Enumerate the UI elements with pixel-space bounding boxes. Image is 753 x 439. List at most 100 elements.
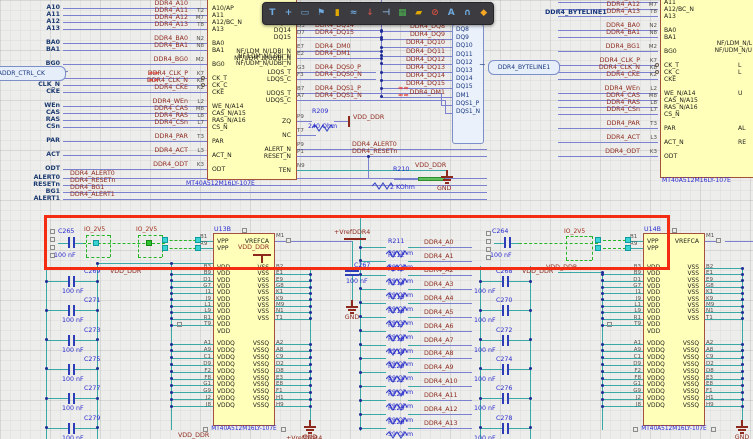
wire[interactable] (445, 113, 452, 114)
wire[interactable] (408, 386, 420, 387)
C274-symbol[interactable] (507, 364, 509, 375)
net-label[interactable]: DDR4_A10 (424, 378, 472, 385)
wire[interactable] (46, 340, 68, 341)
wire[interactable] (360, 414, 386, 415)
net-wire[interactable] (295, 156, 487, 157)
R214-ref[interactable]: R214 (388, 280, 416, 287)
net-label[interactable]: DDR4_ALERT1 (70, 191, 140, 198)
wire[interactable] (360, 317, 386, 318)
net-label[interactable]: DDR4_DQ12 (383, 56, 445, 63)
C271-symbol[interactable] (68, 305, 70, 316)
wire[interactable] (509, 398, 530, 399)
port-BA1[interactable]: BA1 (2, 46, 60, 53)
cap-rail[interactable] (530, 266, 531, 439)
wire[interactable] (394, 179, 418, 180)
C276-ref[interactable]: C276 (496, 385, 524, 392)
wire[interactable] (509, 340, 530, 341)
R224-ref[interactable]: R224 (388, 391, 416, 398)
C271-ref[interactable]: C271 (84, 297, 112, 304)
wire[interactable] (480, 369, 502, 370)
wire[interactable] (408, 275, 420, 276)
wire[interactable] (46, 281, 68, 282)
wire[interactable] (360, 275, 386, 276)
C277-ref[interactable]: C277 (84, 385, 112, 392)
highlight-icon[interactable]: ◆ (477, 6, 491, 22)
harness-wire[interactable] (381, 97, 452, 98)
net-wire[interactable] (420, 400, 472, 401)
net-label[interactable]: DDR4_DQS0_N (315, 71, 385, 78)
wire[interactable] (509, 281, 530, 282)
wire[interactable] (360, 400, 386, 401)
place-junction-icon[interactable]: + (282, 6, 296, 22)
C269-symbol[interactable] (73, 276, 75, 287)
port-CSn[interactable]: CSn (2, 123, 60, 130)
wire[interactable] (408, 317, 420, 318)
harness-entry-DQ11[interactable]: DQ11 (456, 52, 484, 59)
wire[interactable] (295, 121, 312, 122)
wire[interactable] (46, 310, 68, 311)
net-label[interactable]: DDR4_A4 (424, 295, 472, 302)
wire[interactable] (360, 345, 386, 346)
R226-ref[interactable]: R226 (388, 419, 416, 426)
net-wire[interactable] (558, 114, 658, 115)
wire[interactable] (408, 372, 420, 373)
C275-symbol[interactable] (73, 364, 75, 375)
wire[interactable] (408, 303, 420, 304)
net-wire[interactable] (420, 358, 472, 359)
net-wire[interactable] (63, 141, 207, 142)
place-sheet-icon[interactable]: ▰ (412, 6, 426, 22)
harness-entry-DQ9[interactable]: DQ9 (456, 35, 484, 42)
wire[interactable] (408, 428, 420, 429)
C277-symbol[interactable] (68, 393, 70, 404)
wire[interactable] (480, 398, 502, 399)
net-wire[interactable] (63, 50, 207, 51)
wire[interactable] (360, 372, 386, 373)
port-ODT[interactable]: ODT (2, 165, 60, 172)
place-part-icon[interactable]: ▦ (395, 6, 409, 22)
port-ALERT1[interactable]: ALERT1 (2, 195, 60, 202)
wire[interactable] (509, 428, 530, 429)
net-wire[interactable] (63, 155, 207, 156)
C270-symbol[interactable] (502, 305, 504, 316)
wire[interactable] (334, 121, 348, 122)
draw-rect-icon[interactable]: ▭ (298, 6, 312, 22)
r209-ref[interactable]: R209 (312, 108, 342, 115)
harness-entry-DM1[interactable]: DM1 (456, 93, 484, 100)
wire[interactable] (360, 289, 386, 290)
net-wire[interactable] (420, 372, 472, 373)
R216-ref[interactable]: R216 (388, 308, 416, 315)
C272-ref[interactable]: C272 (496, 327, 524, 334)
C272-symbol[interactable] (502, 335, 504, 346)
net-label[interactable]: DDR4_A7 (424, 337, 472, 344)
wire[interactable] (509, 369, 530, 370)
wire[interactable] (75, 310, 97, 311)
wire[interactable] (75, 369, 97, 370)
R220-ref[interactable]: R220 (388, 363, 416, 370)
wire[interactable] (408, 400, 420, 401)
net-label[interactable]: DDR4_RESETn (352, 148, 414, 155)
wire[interactable] (441, 105, 452, 106)
net-label[interactable]: DDR4_A12 (424, 406, 472, 413)
net-label[interactable]: DDR4_DQ11 (383, 48, 445, 55)
wire[interactable] (360, 303, 386, 304)
C279-ref[interactable]: C279 (84, 415, 112, 422)
C270-ref[interactable]: C270 (496, 297, 524, 304)
wire[interactable] (509, 310, 530, 311)
net-wire[interactable] (295, 58, 381, 59)
C276-symbol[interactable] (502, 393, 504, 404)
net-wire[interactable] (63, 64, 207, 65)
wire[interactable] (725, 241, 753, 242)
harness-entry-DQ10[interactable]: DQ10 (456, 43, 484, 50)
c267-symbol[interactable] (345, 274, 359, 276)
wire[interactable] (408, 289, 420, 290)
C273-ref[interactable]: C273 (84, 327, 112, 334)
R219-ref[interactable]: R219 (388, 349, 416, 356)
wire[interactable] (408, 345, 420, 346)
net-label[interactable]: DDR4_DM1 (315, 50, 385, 57)
net-wire[interactable] (420, 275, 472, 276)
wire[interactable] (368, 156, 369, 179)
net-wire[interactable] (63, 199, 487, 200)
net-label[interactable]: DDR4_DQ10 (383, 39, 445, 46)
place-flag-icon[interactable]: ⚑ (314, 6, 328, 22)
net-label[interactable]: DDR4_DQ14 (383, 72, 445, 79)
